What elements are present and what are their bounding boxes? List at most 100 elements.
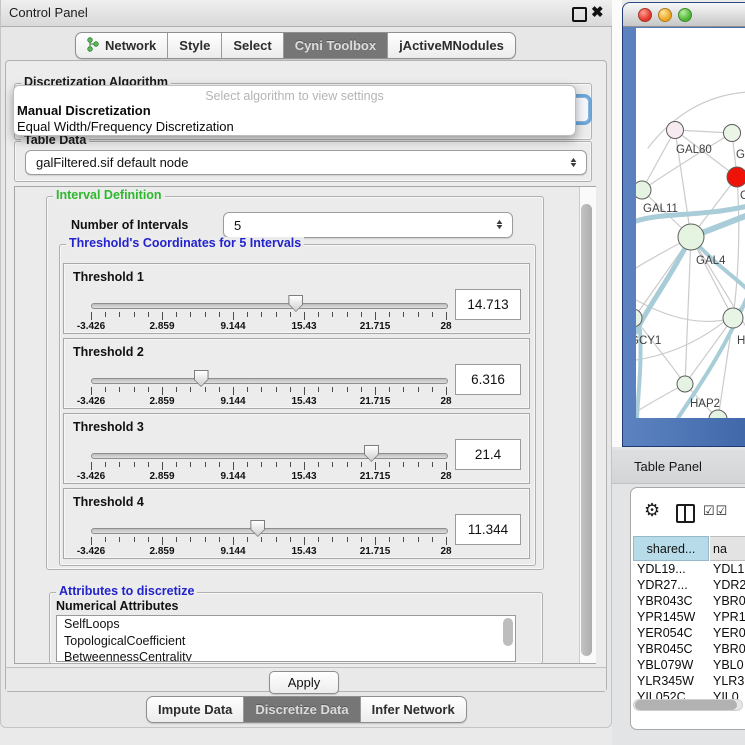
attribute-list-item[interactable]: BetweennessCentrality — [57, 649, 515, 662]
slider-track[interactable] — [91, 303, 448, 309]
network-node[interactable] — [709, 410, 727, 418]
table-cell-name[interactable]: YPR1 — [713, 610, 745, 624]
slider-thumb[interactable] — [194, 370, 209, 387]
numerical-attributes-list[interactable]: SelfLoopsTopologicalCoefficientBetweenne… — [56, 615, 516, 662]
attribute-list-item[interactable]: SelfLoops — [57, 616, 515, 633]
slider-thumb[interactable] — [288, 295, 303, 312]
network-edge[interactable] — [636, 318, 685, 384]
network-node[interactable] — [636, 181, 651, 199]
tab-style[interactable]: Style — [168, 33, 222, 58]
slider-track[interactable] — [91, 378, 448, 384]
major-tick — [375, 462, 376, 470]
major-tick — [446, 312, 447, 320]
split-columns-icon[interactable] — [676, 504, 695, 523]
slider-thumb[interactable] — [364, 445, 379, 462]
tab-cyni-toolbox[interactable]: Cyni Toolbox — [284, 33, 388, 58]
list-scrollbar-thumb[interactable] — [503, 618, 513, 646]
column-header-shared[interactable]: shared... — [633, 536, 709, 561]
tab-discretize-data-label: Discretize Data — [255, 702, 348, 717]
network-edge[interactable] — [733, 177, 739, 318]
table-cell-name[interactable]: YLR3 — [713, 674, 744, 688]
tab-discretize-data[interactable]: Discretize Data — [244, 697, 360, 722]
algorithm-option-manual[interactable]: Manual Discretization — [17, 103, 151, 118]
table-cell-shared-name[interactable]: YBR043C — [637, 594, 709, 608]
tick-label: 9.144 — [220, 321, 245, 332]
threshold-label: Threshold 1 — [73, 270, 144, 284]
network-node[interactable] — [667, 122, 684, 139]
network-edge-highlighted[interactable] — [636, 237, 691, 332]
slider-track[interactable] — [91, 453, 448, 459]
table-cell-shared-name[interactable]: YDL19... — [637, 562, 709, 576]
table-cell-shared-name[interactable]: YDR27... — [637, 578, 709, 592]
minor-tick — [332, 312, 333, 317]
checkbox-columns-icon[interactable]: ☑☑ — [703, 503, 728, 519]
network-edge[interactable] — [642, 130, 675, 190]
table-cell-name[interactable]: YBR0 — [713, 594, 745, 608]
apply-button[interactable]: Apply — [269, 671, 339, 694]
major-tick — [233, 462, 234, 470]
major-tick — [91, 537, 92, 545]
horizontal-scrollbar-thumb[interactable] — [635, 700, 737, 710]
numerical-attributes-label: Numerical Attributes — [56, 599, 178, 613]
table-cell-name[interactable]: YBL0 — [713, 658, 744, 672]
minor-tick — [290, 387, 291, 392]
network-edge[interactable] — [691, 237, 733, 318]
tab-select[interactable]: Select — [222, 33, 283, 58]
major-tick — [162, 462, 163, 470]
background-gap — [612, 0, 622, 447]
zoom-traffic-light-icon[interactable] — [678, 8, 692, 22]
network-node[interactable] — [677, 376, 693, 392]
column-header-name[interactable]: na — [710, 536, 745, 561]
minor-tick — [418, 537, 419, 542]
minimize-traffic-light-icon[interactable] — [658, 8, 672, 22]
network-node[interactable] — [727, 167, 745, 187]
minor-tick — [276, 387, 277, 392]
minor-tick — [261, 537, 262, 542]
close-traffic-light-icon[interactable] — [638, 8, 652, 22]
tick-label: 21.715 — [360, 546, 391, 557]
network-node[interactable] — [678, 224, 704, 250]
major-tick — [304, 537, 305, 545]
table-cell-name[interactable]: YBR0 — [713, 642, 745, 656]
tab-jactivemnodules[interactable]: jActiveMNodules — [388, 33, 515, 58]
tab-impute-data[interactable]: Impute Data — [147, 697, 244, 722]
table-cell-shared-name[interactable]: YBR045C — [637, 642, 709, 656]
gear-icon[interactable]: ⚙ — [644, 500, 660, 521]
table-panel-title: Table Panel — [634, 450, 702, 483]
attribute-list-item[interactable]: TopologicalCoefficient — [57, 633, 515, 650]
close-icon[interactable]: ✖ — [591, 3, 604, 23]
number-of-intervals-combobox[interactable]: 5 ▲▼ — [223, 212, 513, 238]
minor-tick — [318, 387, 319, 392]
tab-network[interactable]: Network — [76, 33, 168, 58]
table-cell-shared-name[interactable]: YER054C — [637, 626, 709, 640]
network-node[interactable] — [723, 308, 743, 328]
algorithm-option-equal-width[interactable]: Equal Width/Frequency Discretization — [17, 119, 234, 134]
threshold-label: Threshold 2 — [73, 345, 144, 359]
network-edge[interactable] — [685, 237, 691, 384]
table-cell-shared-name[interactable]: YPR145W — [637, 610, 709, 624]
network-canvas[interactable]: GAL80GACGAL11GAL4GCY1HHAP2 — [636, 28, 745, 418]
threshold-label: Threshold 3 — [73, 420, 144, 434]
tab-infer-network[interactable]: Infer Network — [361, 697, 466, 722]
vertical-scrollbar-thumb[interactable] — [581, 204, 592, 656]
threshold-value-field[interactable]: 6.316 — [455, 364, 521, 395]
slider-track[interactable] — [91, 528, 448, 534]
table-cell-shared-name[interactable]: YBL079W — [637, 658, 709, 672]
table-cell-name[interactable]: YER0 — [713, 626, 745, 640]
table-cell-shared-name[interactable]: YLR345W — [637, 674, 709, 688]
network-edge[interactable] — [642, 133, 732, 190]
network-edge[interactable] — [685, 318, 733, 384]
threshold-value-field[interactable]: 21.4 — [455, 439, 521, 470]
minor-tick — [432, 312, 433, 317]
threshold-value-field[interactable]: 11.344 — [455, 514, 521, 545]
major-tick — [446, 462, 447, 470]
threshold-value-field[interactable]: 14.713 — [455, 289, 521, 320]
table-data-combobox[interactable]: galFiltered.sif default node ▲▼ — [25, 150, 587, 175]
minor-tick — [219, 537, 220, 542]
float-panel-icon[interactable] — [572, 7, 587, 22]
network-node[interactable] — [724, 125, 741, 142]
table-cell-name[interactable]: YDR2 — [713, 578, 745, 592]
minor-tick — [318, 537, 319, 542]
table-cell-name[interactable]: YDL1 — [713, 562, 744, 576]
slider-thumb[interactable] — [250, 520, 265, 537]
